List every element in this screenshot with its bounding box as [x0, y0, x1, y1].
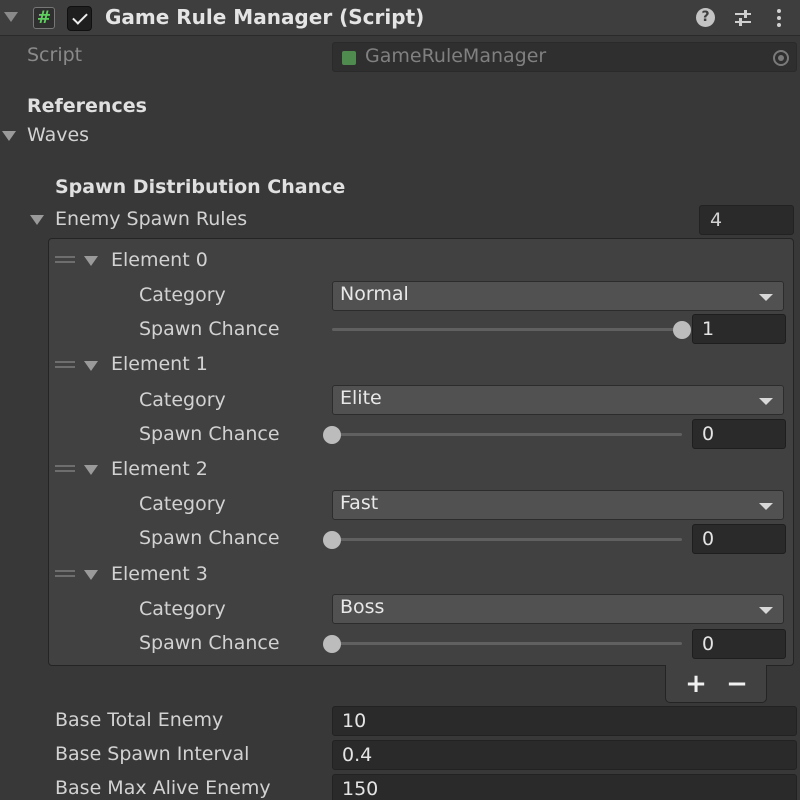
- category-value: Boss: [340, 596, 385, 618]
- slider-thumb[interactable]: [323, 635, 341, 653]
- enemy-spawn-rules-foldout-icon[interactable]: [30, 215, 44, 225]
- object-picker-icon[interactable]: [773, 50, 789, 66]
- drag-handle-icon[interactable]: [55, 570, 75, 577]
- component-foldout-icon[interactable]: [4, 12, 18, 22]
- component-enabled-checkbox[interactable]: [67, 6, 92, 31]
- element-foldout-icon[interactable]: [84, 570, 98, 580]
- script-label: Script: [27, 44, 83, 66]
- category-value: Normal: [340, 283, 409, 305]
- dropdown-arrow-icon: [759, 294, 773, 301]
- spawn-chance-slider[interactable]: [323, 426, 682, 444]
- base-spawn-interval-field[interactable]: 0.4: [332, 740, 797, 770]
- dropdown-arrow-icon: [759, 503, 773, 510]
- spawn-chance-label: Spawn Chance: [139, 527, 280, 549]
- base-total-enemy-field[interactable]: 10: [332, 706, 797, 736]
- remove-element-button[interactable]: −: [722, 671, 752, 697]
- enemy-spawn-rules-label[interactable]: Enemy Spawn Rules: [55, 208, 247, 230]
- field-label: Base Total Enemy: [55, 709, 224, 731]
- spawn-chance-label: Spawn Chance: [139, 632, 280, 654]
- category-dropdown[interactable]: Normal: [332, 281, 784, 311]
- element-foldout-icon[interactable]: [84, 465, 98, 475]
- spawn-chance-field[interactable]: 1: [692, 314, 786, 344]
- element-foldout-icon[interactable]: [84, 256, 98, 266]
- slider-thumb[interactable]: [323, 531, 341, 549]
- spawn-chance-label: Spawn Chance: [139, 423, 280, 445]
- drag-handle-icon[interactable]: [55, 465, 75, 472]
- dropdown-arrow-icon: [759, 398, 773, 405]
- dropdown-arrow-icon: [759, 607, 773, 614]
- presets-icon[interactable]: [733, 8, 753, 28]
- category-dropdown[interactable]: Fast: [332, 490, 784, 520]
- drag-handle-icon[interactable]: [55, 256, 75, 263]
- slider-thumb[interactable]: [673, 321, 691, 339]
- category-label: Category: [139, 284, 226, 306]
- category-label: Category: [139, 598, 226, 620]
- spawn-chance-field[interactable]: 0: [692, 419, 786, 449]
- element-foldout-icon[interactable]: [84, 361, 98, 371]
- spawn-chance-slider[interactable]: [323, 635, 682, 653]
- field-label: Base Max Alive Enemy: [55, 777, 271, 799]
- references-header: References: [27, 95, 147, 117]
- kebab-menu-icon[interactable]: [774, 7, 784, 29]
- category-dropdown[interactable]: Boss: [332, 594, 784, 624]
- category-dropdown[interactable]: Elite: [332, 385, 784, 415]
- script-object-field[interactable]: GameRuleManager: [332, 42, 797, 72]
- spawn-chance-label: Spawn Chance: [139, 318, 280, 340]
- slider-thumb[interactable]: [323, 426, 341, 444]
- category-label: Category: [139, 389, 226, 411]
- category-value: Elite: [340, 387, 382, 409]
- script-hash-icon: #: [33, 7, 55, 29]
- waves-label[interactable]: Waves: [27, 124, 89, 146]
- script-object-value: GameRuleManager: [365, 45, 547, 67]
- element-label[interactable]: Element 0: [111, 249, 208, 271]
- spawn-chance-slider[interactable]: [332, 321, 691, 339]
- category-label: Category: [139, 493, 226, 515]
- spawn-distribution-header: Spawn Distribution Chance: [55, 176, 346, 198]
- add-element-button[interactable]: +: [681, 671, 711, 697]
- list-size-field[interactable]: 4: [699, 205, 794, 235]
- component-title: Game Rule Manager (Script): [105, 5, 425, 29]
- spawn-chance-field[interactable]: 0: [692, 524, 786, 554]
- field-label: Base Spawn Interval: [55, 743, 250, 765]
- spawn-chance-slider[interactable]: [323, 531, 682, 549]
- drag-handle-icon[interactable]: [55, 361, 75, 368]
- spawn-chance-field[interactable]: 0: [692, 629, 786, 659]
- help-icon[interactable]: ?: [696, 8, 715, 27]
- list-add-remove-footer: + −: [665, 665, 767, 703]
- base-max-alive-enemy-field[interactable]: 150: [332, 774, 797, 800]
- waves-foldout-icon[interactable]: [2, 131, 16, 141]
- category-value: Fast: [340, 492, 379, 514]
- script-asset-icon: [342, 51, 356, 65]
- element-label[interactable]: Element 1: [111, 353, 208, 375]
- element-label[interactable]: Element 3: [111, 563, 208, 585]
- element-label[interactable]: Element 2: [111, 458, 208, 480]
